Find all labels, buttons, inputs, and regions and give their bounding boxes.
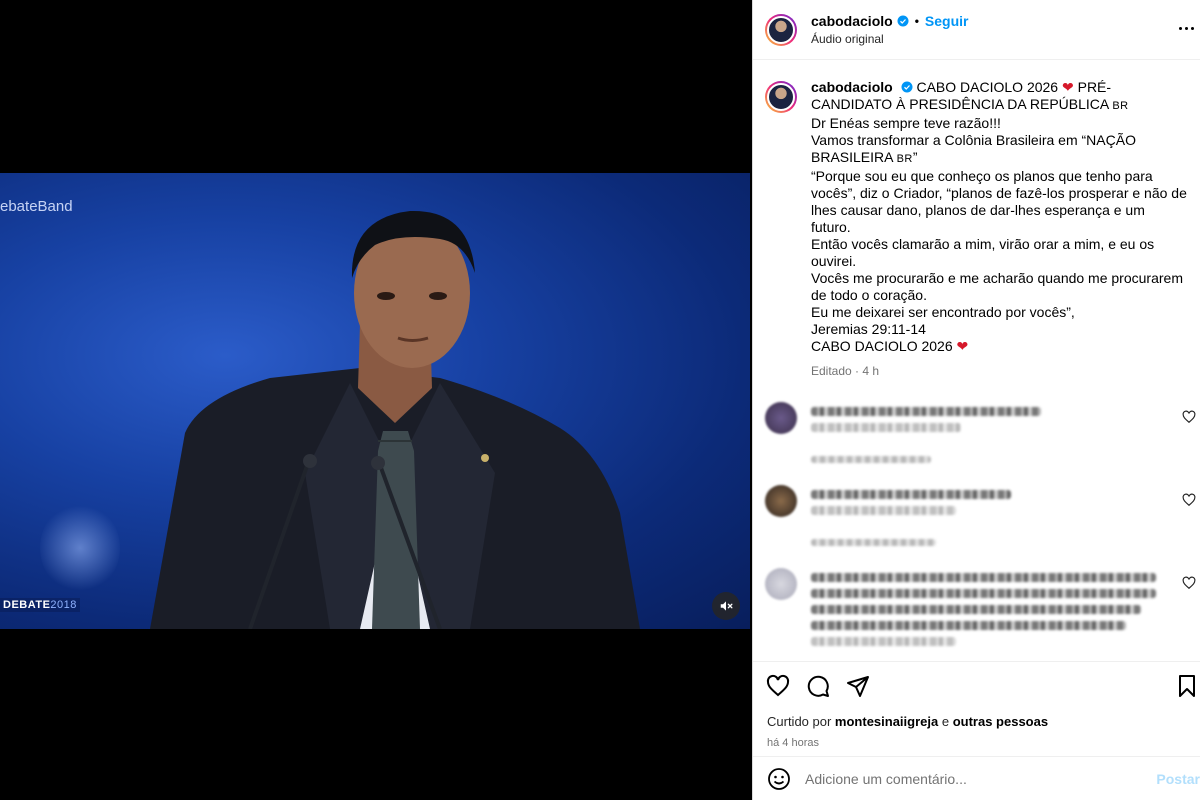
comment-like-icon[interactable] bbox=[1182, 493, 1196, 507]
post-comment-button[interactable]: Postar bbox=[1156, 771, 1200, 787]
heart-emoji-icon: ❤ bbox=[1061, 79, 1074, 95]
post-header: cabodaciolo • Seguir Áudio original bbox=[753, 0, 1200, 60]
flag-br-icon: BR bbox=[1112, 100, 1129, 112]
comment-like-icon[interactable] bbox=[1182, 410, 1196, 424]
post-caption: cabodaciolo CABO DACIOLO 2026 ❤ PRÉ-CAND… bbox=[765, 79, 1188, 380]
mute-button[interactable] bbox=[712, 592, 740, 620]
liked-by-and: e bbox=[938, 714, 953, 729]
comment-like-icon[interactable] bbox=[1182, 576, 1196, 590]
blurred-comment-text bbox=[811, 637, 956, 646]
verified-badge-icon bbox=[897, 15, 909, 26]
comment-bubble-icon bbox=[807, 675, 829, 697]
caption-line: Jeremias 29:11-14 bbox=[811, 321, 926, 337]
debate-logo: DEBATE2018 bbox=[0, 598, 80, 612]
caption-line: “Porque sou eu que conheço os planos que… bbox=[811, 168, 1187, 235]
blurred-comment-text bbox=[811, 573, 1156, 582]
caption-line: Vocês me procurarão e me acharão quando … bbox=[811, 270, 1183, 303]
share-button[interactable] bbox=[845, 673, 871, 699]
view-replies-link[interactable] bbox=[811, 539, 936, 546]
heart-emoji-icon: ❤ bbox=[956, 338, 969, 354]
paper-plane-icon bbox=[847, 676, 869, 697]
video-pane[interactable]: ebateBand DEBATE2018 bbox=[0, 0, 752, 800]
blurred-comment-text bbox=[811, 589, 1156, 598]
verified-badge-icon bbox=[901, 81, 913, 93]
edited-timestamp: Editado · 4 h bbox=[811, 364, 880, 378]
liked-by-others[interactable]: outras pessoas bbox=[953, 714, 1048, 729]
blurred-comment-text bbox=[811, 621, 1126, 630]
caption-line: Vamos transformar a Colônia Brasileira e… bbox=[811, 132, 1136, 165]
comments-area[interactable]: cabodaciolo CABO DACIOLO 2026 ❤ PRÉ-CAND… bbox=[753, 61, 1200, 661]
blurred-comment-text bbox=[811, 423, 961, 432]
username[interactable]: cabodaciolo bbox=[811, 12, 893, 30]
caption-line: Dr Enéas sempre teve razão!!! bbox=[811, 115, 1001, 131]
comment-button[interactable] bbox=[805, 673, 831, 699]
caption-username[interactable]: cabodaciolo bbox=[811, 79, 893, 95]
caption-line: CABO DACIOLO 2026 bbox=[811, 338, 957, 354]
debate-logo-year: 2018 bbox=[50, 599, 77, 611]
emoji-icon[interactable] bbox=[767, 767, 791, 791]
caption-line: Eu me deixarei ser encontrado por vocês”… bbox=[811, 304, 1075, 320]
comment-input[interactable] bbox=[805, 770, 1135, 787]
comment-avatar[interactable] bbox=[765, 402, 797, 434]
blurred-comment-text bbox=[811, 506, 956, 515]
post-timestamp[interactable]: há 4 horas bbox=[753, 737, 1200, 749]
blurred-comment-text bbox=[811, 490, 1011, 499]
quote-close: ” bbox=[912, 149, 918, 165]
background-light bbox=[40, 503, 120, 593]
video-player[interactable] bbox=[0, 173, 750, 629]
avatar[interactable] bbox=[765, 13, 797, 46]
save-button[interactable] bbox=[1174, 673, 1200, 699]
audio-link[interactable]: Áudio original bbox=[811, 30, 968, 48]
blurred-comment-text bbox=[811, 605, 1141, 614]
blurred-comment-text bbox=[811, 407, 1041, 416]
more-options-icon[interactable] bbox=[1174, 16, 1198, 40]
liked-by-prefix: Curtido por bbox=[767, 714, 835, 729]
comment-item bbox=[765, 402, 1196, 463]
comment-avatar[interactable] bbox=[765, 568, 797, 600]
flag-br-icon: BR bbox=[896, 153, 913, 165]
liked-by-user[interactable]: montesinaiigreja bbox=[835, 714, 938, 729]
bookmark-icon bbox=[1179, 675, 1195, 697]
caption-avatar[interactable] bbox=[765, 81, 797, 113]
action-bar bbox=[753, 662, 1200, 710]
caption-line: Então vocês clamarão a mim, virão orar a… bbox=[811, 236, 1155, 269]
speaker-muted-icon bbox=[720, 601, 733, 611]
video-watermark: ebateBand bbox=[0, 198, 73, 215]
comment-item bbox=[765, 568, 1196, 661]
follow-button[interactable]: Seguir bbox=[925, 12, 969, 30]
liked-by-text: Curtido por montesinaiigreja e outras pe… bbox=[753, 714, 1200, 729]
post-footer: Curtido por montesinaiigreja e outras pe… bbox=[753, 661, 1200, 800]
debate-logo-text: DEBATE bbox=[3, 599, 51, 611]
caption-line1: CABO DACIOLO 2026 bbox=[916, 79, 1062, 95]
separator-dot: • bbox=[914, 13, 919, 28]
post-panel: cabodaciolo • Seguir Áudio original cabo… bbox=[752, 0, 1200, 800]
add-comment-bar: Postar bbox=[753, 756, 1200, 800]
comment-item bbox=[765, 485, 1196, 546]
comment-avatar[interactable] bbox=[765, 485, 797, 517]
like-button[interactable] bbox=[765, 673, 791, 699]
view-replies-link[interactable] bbox=[811, 456, 931, 463]
heart-icon bbox=[766, 674, 790, 697]
